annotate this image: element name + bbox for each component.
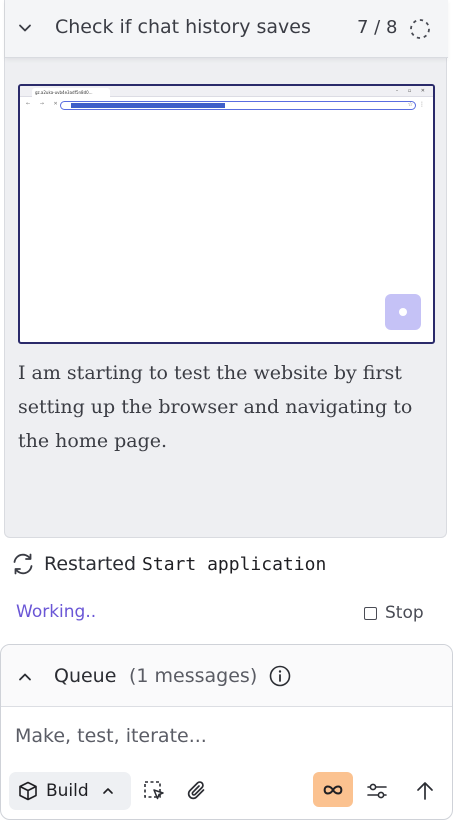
stop-icon — [364, 606, 377, 620]
send-button[interactable] — [410, 776, 440, 806]
browser-menu-icon: ⋮ — [419, 101, 425, 108]
cube-icon — [19, 781, 37, 801]
browser-tab: gz.a2uka-uvb4e3adf5n8d0... — [32, 88, 110, 97]
chevron-up-icon — [102, 788, 113, 794]
prompt-input[interactable] — [15, 721, 435, 751]
chevron-down-icon[interactable] — [17, 20, 33, 36]
infinity-icon — [323, 785, 343, 794]
infinite-mode-toggle[interactable] — [313, 772, 353, 807]
build-label: Build — [46, 781, 89, 801]
restart-status: Restarted Start application — [10, 550, 326, 578]
settings-button[interactable] — [362, 776, 392, 806]
stop-button[interactable]: Stop — [364, 603, 424, 623]
send-arrow-icon — [417, 782, 433, 800]
selected-url — [71, 103, 225, 108]
paperclip-icon — [187, 781, 205, 800]
restart-icon — [13, 553, 33, 575]
chevron-up-icon[interactable] — [17, 669, 33, 685]
composer: Queue (1 messages) Build — [0, 644, 453, 820]
queue-count: (1 messages) — [129, 665, 258, 687]
queue-header[interactable]: Queue (1 messages) — [1, 645, 452, 707]
browser-address-bar — [60, 101, 416, 110]
stop-label: Stop — [385, 603, 424, 623]
sliders-icon — [367, 783, 387, 799]
restarted-label: Restarted — [44, 553, 137, 575]
progress-spinner-icon — [410, 19, 430, 39]
browser-screenshot: gz.a2uka-uvb4e3adf5n8d0... – ▫ ✕ ← → ✕ ☆… — [18, 84, 435, 344]
browser-tab-bar: gz.a2uka-uvb4e3adf5n8d0... – ▫ ✕ — [20, 86, 433, 97]
build-mode-button[interactable]: Build — [9, 772, 131, 810]
working-status: Working.. — [16, 602, 97, 622]
restarted-target: Start application — [142, 553, 327, 575]
browser-nav-icons: ← → ✕ — [26, 101, 62, 107]
task-panel: Check if chat history saves 7 / 8 gz.a2u… — [4, 0, 448, 538]
floating-action-button — [385, 294, 421, 330]
agent-narration: I am starting to test the website by fir… — [18, 362, 413, 452]
select-element-icon — [144, 781, 164, 800]
task-progress-count: 7 / 8 — [357, 17, 398, 38]
window-controls: – ▫ ✕ — [395, 88, 429, 94]
info-icon[interactable] — [268, 664, 292, 688]
select-element-button[interactable] — [139, 776, 169, 806]
attach-button[interactable] — [182, 776, 212, 806]
task-header[interactable]: Check if chat history saves 7 / 8 — [5, 0, 448, 58]
bookmark-star-icon: ☆ — [407, 101, 413, 108]
queue-title: Queue — [54, 665, 117, 687]
task-title: Check if chat history saves — [55, 16, 311, 38]
